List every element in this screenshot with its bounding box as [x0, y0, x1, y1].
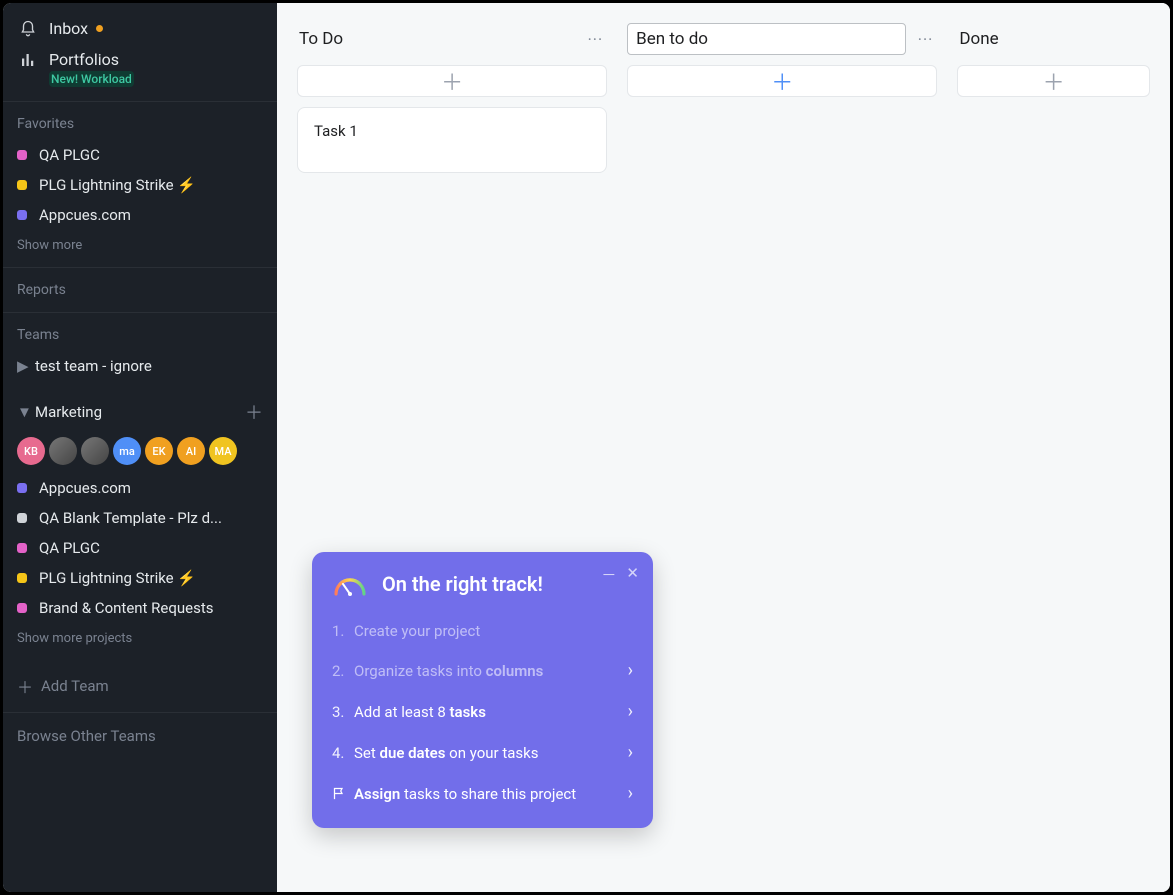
favorites-header: Favorites — [3, 102, 277, 140]
browse-teams-button[interactable]: Browse Other Teams — [3, 712, 277, 759]
add-team-button[interactable]: ＋ Add Team — [3, 660, 277, 712]
gauge-icon — [332, 570, 368, 598]
project-color-icon — [17, 150, 27, 160]
team-label: Marketing — [35, 403, 102, 421]
project-color-icon — [17, 210, 27, 220]
projects-show-more[interactable]: Show more projects — [3, 623, 277, 660]
reports-header[interactable]: Reports — [3, 268, 277, 312]
checklist-item[interactable]: 3.Add at least 8 tasks› — [332, 691, 633, 732]
portfolios-label: Portfolios — [49, 50, 119, 69]
bell-icon — [17, 20, 39, 38]
teams-header: Teams — [3, 313, 277, 351]
flag-icon — [332, 786, 354, 801]
onboarding-popup: － ✕ On the right track! 1.Create your pr… — [312, 552, 653, 828]
avatar[interactable]: ma — [113, 437, 141, 465]
checklist-item: 1.Create your project — [332, 612, 633, 650]
project-color-icon — [17, 180, 27, 190]
favorites-list: QA PLGC PLG Lightning Strike ⚡️ Appcues.co… — [3, 140, 277, 230]
checklist-number: 4. — [332, 744, 354, 762]
caret-right-icon: ▶ — [17, 357, 31, 375]
chevron-right-icon: › — [628, 701, 633, 722]
project-label: QA PLGC — [39, 539, 100, 557]
marketing-projects-list: Appcues.com QA Blank Template - Plz d... Q… — [3, 473, 277, 623]
column-title[interactable]: To Do — [297, 23, 576, 55]
add-project-icon[interactable]: ＋ — [245, 399, 263, 425]
column-title-input[interactable] — [627, 23, 906, 55]
project-label: Brand & Content Requests — [39, 599, 214, 617]
avatar[interactable] — [81, 437, 109, 465]
inbox-unread-dot-icon — [96, 25, 103, 32]
board-column: Done ＋ — [957, 21, 1150, 874]
checklist-text: Create your project — [354, 622, 633, 640]
caret-down-icon: ▼ — [17, 403, 31, 421]
sidebar: Inbox Portfolios New! Workload Favorites… — [3, 3, 277, 892]
nav-portfolios[interactable]: Portfolios — [3, 44, 277, 69]
project-item[interactable]: Appcues.com — [3, 473, 277, 503]
favorite-label: QA PLGC — [39, 146, 100, 164]
add-card-button[interactable]: ＋ — [297, 65, 607, 97]
avatar[interactable]: EK — [145, 437, 173, 465]
checklist-item[interactable]: 4.Set due dates on your tasks› — [332, 732, 633, 773]
chevron-right-icon: › — [628, 742, 633, 763]
nav-inbox[interactable]: Inbox — [3, 13, 277, 44]
project-color-icon — [17, 573, 27, 583]
team-marketing[interactable]: ▼ Marketing ＋ — [3, 393, 277, 431]
favorite-item[interactable]: QA PLGC — [3, 140, 277, 170]
close-icon[interactable]: ✕ — [626, 564, 639, 585]
checklist-number: 1. — [332, 622, 354, 640]
minimize-icon[interactable]: － — [601, 564, 616, 585]
team-avatars: KB maEKAIMA — [3, 431, 277, 473]
project-label: PLG Lightning Strike ⚡️ — [39, 569, 196, 587]
team-label: test team - ignore — [35, 357, 152, 375]
add-team-label: Add Team — [41, 677, 109, 695]
avatar[interactable] — [49, 437, 77, 465]
project-item[interactable]: PLG Lightning Strike ⚡️ — [3, 563, 277, 593]
favorites-show-more[interactable]: Show more — [3, 230, 277, 267]
onboarding-checklist: 1.Create your project2.Organize tasks in… — [332, 612, 633, 814]
avatar[interactable]: AI — [177, 437, 205, 465]
checklist-text: Organize tasks into columns — [354, 662, 628, 680]
checklist-text: Set due dates on your tasks — [354, 744, 628, 762]
add-card-button[interactable]: ＋ — [957, 65, 1150, 97]
project-color-icon — [17, 513, 27, 523]
chevron-right-icon: › — [628, 783, 633, 804]
favorite-label: PLG Lightning Strike ⚡️ — [39, 176, 196, 194]
project-item[interactable]: QA Blank Template - Plz d... — [3, 503, 277, 533]
task-card[interactable]: Task 1 — [297, 107, 607, 173]
column-menu-icon[interactable]: ··· — [584, 30, 608, 49]
project-item[interactable]: QA PLGC — [3, 533, 277, 563]
plus-icon: ＋ — [17, 674, 33, 698]
column-title[interactable]: Done — [957, 23, 1150, 55]
favorite-label: Appcues.com — [39, 206, 131, 224]
project-label: Appcues.com — [39, 479, 131, 497]
checklist-text: Assign tasks to share this project — [354, 785, 628, 803]
favorite-item[interactable]: Appcues.com — [3, 200, 277, 230]
project-item[interactable]: Brand & Content Requests — [3, 593, 277, 623]
project-label: QA Blank Template - Plz d... — [39, 509, 222, 527]
team-test-team[interactable]: ▶ test team - ignore — [3, 351, 277, 381]
board-column: ··· ＋ — [627, 21, 937, 874]
checklist-text: Add at least 8 tasks — [354, 703, 628, 721]
project-color-icon — [17, 543, 27, 553]
checklist-number: 3. — [332, 703, 354, 721]
chevron-right-icon: › — [628, 660, 633, 681]
avatar[interactable]: MA — [209, 437, 237, 465]
project-color-icon — [17, 603, 27, 613]
popup-title: On the right track! — [382, 572, 543, 596]
checklist-item[interactable]: Assign tasks to share this project› — [332, 773, 633, 814]
portfolios-badge: New! Workload — [49, 71, 134, 87]
avatar[interactable]: KB — [17, 437, 45, 465]
add-card-button[interactable]: ＋ — [627, 65, 937, 97]
column-menu-icon[interactable]: ··· — [914, 30, 938, 49]
project-color-icon — [17, 483, 27, 493]
inbox-label: Inbox — [49, 19, 88, 38]
checklist-item[interactable]: 2.Organize tasks into columns› — [332, 650, 633, 691]
bars-icon — [17, 51, 39, 69]
favorite-item[interactable]: PLG Lightning Strike ⚡️ — [3, 170, 277, 200]
checklist-number: 2. — [332, 662, 354, 680]
